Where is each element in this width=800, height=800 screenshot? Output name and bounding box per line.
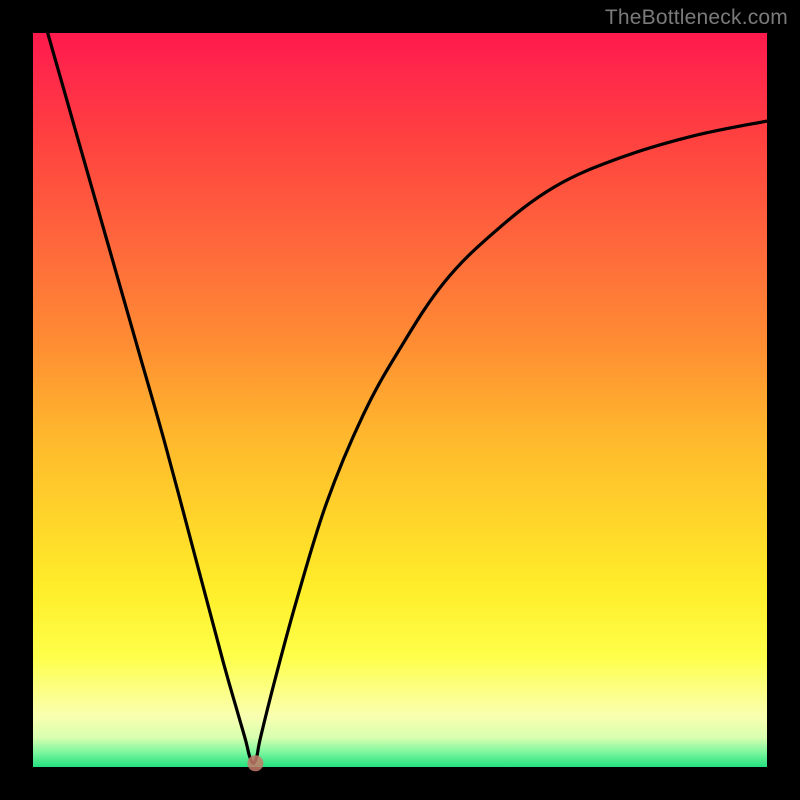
chart-plot-area (33, 33, 767, 767)
curve-line (48, 33, 767, 763)
marker-dot (247, 755, 263, 771)
bottleneck-curve (33, 33, 767, 767)
watermark-text: TheBottleneck.com (605, 6, 788, 30)
